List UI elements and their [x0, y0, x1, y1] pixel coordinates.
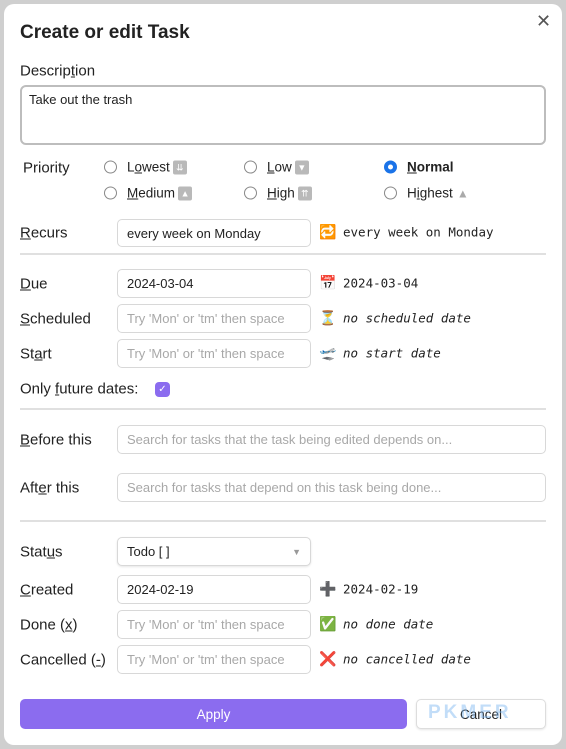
label-text: Lowest [127, 159, 170, 175]
cancelled-preview: no cancelled date [343, 651, 471, 667]
priority-icon: ⇊ [172, 160, 187, 174]
label-key: R [20, 224, 31, 242]
description-textarea[interactable]: Take out the trash [20, 85, 546, 145]
modal-title: Create or edit Task [20, 22, 190, 43]
priority-icon: ⇈ [297, 186, 312, 200]
label-post: reated [30, 581, 74, 599]
priority-radio[interactable] [104, 160, 117, 174]
scheduled-label: Scheduled [20, 311, 91, 328]
after-this-input[interactable]: Search for tasks that depend on this tas… [117, 473, 546, 502]
start-input[interactable]: Try 'Mon' or 'tm' then space [117, 339, 311, 368]
label-key: u [46, 543, 56, 561]
after-this-label: After this [20, 480, 79, 497]
label-post: rt [42, 345, 52, 363]
cross-mark-icon: ❌ [319, 650, 337, 667]
label-text: High [267, 185, 295, 201]
chevron-down-icon: ▼ [292, 546, 301, 557]
recurs-preview: every week on Monday [343, 224, 494, 240]
done-preview: no done date [343, 616, 434, 632]
divider [20, 520, 546, 522]
label-key: C [20, 581, 31, 599]
status-value: Todo [ ] [127, 544, 170, 559]
label-text: Medium [127, 185, 176, 201]
label-key: a [34, 345, 43, 363]
priority-icon: ▲ [178, 186, 193, 200]
repeat-icon: 🔁 [319, 223, 337, 240]
divider [20, 408, 546, 410]
label-pre: Aft [20, 479, 39, 497]
recurs-label: Recurs [20, 225, 68, 242]
scheduled-preview: no scheduled date [343, 310, 471, 326]
only-future-label: Only future dates: [20, 381, 138, 398]
scheduled-input[interactable]: Try 'Mon' or 'tm' then space [117, 304, 311, 333]
priority-radio[interactable] [384, 186, 397, 200]
status-select[interactable]: Todo [ ] ▼ [117, 537, 311, 566]
cancel-button[interactable]: Cancel [416, 699, 546, 729]
priority-option-label[interactable]: Medium ▲ [127, 185, 193, 201]
status-label: Status [20, 544, 63, 561]
only-future-checkbox[interactable]: ✓ [155, 382, 170, 397]
due-preview: 2024-03-04 [343, 275, 419, 291]
plus-icon: ➕ [319, 580, 337, 597]
priority-label: Priority [23, 159, 70, 177]
priority-radio[interactable] [244, 186, 257, 200]
label-post: ecurs [30, 224, 68, 242]
priority-option-label[interactable]: High ⇈ [267, 186, 312, 201]
label-post: efore this [30, 431, 92, 449]
label-key: e [38, 479, 47, 497]
created-label: Created [20, 582, 73, 599]
apply-button[interactable]: Apply [20, 699, 407, 729]
start-preview: no start date [343, 345, 441, 361]
label-key: D [20, 275, 31, 293]
priority-option-label[interactable]: Low ▼ [267, 160, 309, 175]
due-input[interactable]: 2024-03-04 [117, 269, 311, 298]
check-mark-icon: ✅ [319, 615, 337, 632]
cancelled-input[interactable]: Try 'Mon' or 'tm' then space [117, 645, 311, 674]
priority-radio[interactable] [384, 160, 397, 174]
priority-radio[interactable] [244, 160, 257, 174]
label-post: ue [30, 275, 48, 293]
before-this-label: Before this [20, 432, 92, 449]
created-input[interactable]: 2024-02-19 [117, 575, 311, 604]
label-text: Normal [407, 159, 454, 175]
label-pre: Done ( [20, 616, 66, 634]
label-pre: St [20, 345, 35, 363]
before-this-input[interactable]: Search for tasks that the task being edi… [117, 425, 546, 454]
priority-option-label[interactable]: Highest ▲ [407, 186, 470, 201]
cancelled-label: Cancelled (-) [20, 652, 106, 669]
label-key: x [65, 616, 73, 634]
recurs-input[interactable]: every week on Monday [117, 219, 311, 247]
label-text: Highest [407, 185, 453, 201]
priority-option-label[interactable]: Lowest ⇊ [127, 160, 187, 175]
airplane-departure-icon: 🛫 [319, 344, 337, 361]
close-icon[interactable]: ✕ [536, 11, 551, 32]
start-label: Start [20, 346, 52, 363]
hourglass-icon: ⏳ [319, 309, 337, 326]
priority-icon: ▼ [294, 160, 309, 174]
label-post: s [55, 543, 63, 561]
label-pre: Only [20, 380, 56, 398]
label-pre: Descrip [20, 62, 71, 80]
label-post: ) [72, 616, 78, 634]
created-preview: 2024-02-19 [343, 581, 419, 597]
priority-icon: ▲ [456, 186, 469, 200]
divider [20, 253, 546, 255]
label-post: ) [100, 651, 106, 669]
description-label: Description [20, 63, 95, 80]
priority-radio[interactable] [104, 186, 117, 200]
label-key: B [20, 431, 31, 449]
label-post: r this [46, 479, 80, 497]
calendar-icon: 📅 [319, 274, 337, 291]
label-text: Low [267, 159, 292, 175]
done-label: Done (x) [20, 617, 78, 634]
label-pre: Stat [20, 543, 47, 561]
label-pre: Cancelled ( [20, 651, 96, 669]
label-post: ion [75, 62, 96, 80]
due-label: Due [20, 276, 48, 293]
label-post: cheduled [30, 310, 91, 328]
label-key: S [20, 310, 31, 328]
priority-option-label[interactable]: Normal [407, 160, 454, 175]
label-post: uture dates: [59, 380, 139, 398]
done-input[interactable]: Try 'Mon' or 'tm' then space [117, 610, 311, 639]
